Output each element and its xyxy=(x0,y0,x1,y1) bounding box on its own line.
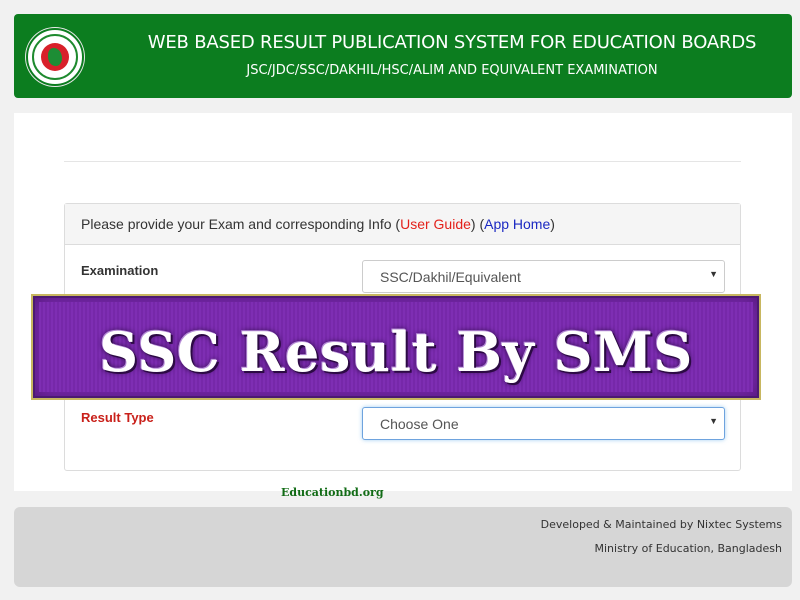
bangladesh-map-icon xyxy=(48,48,62,66)
page-title: WEB BASED RESULT PUBLICATION SYSTEM FOR … xyxy=(147,32,757,53)
panel-heading-text: Please provide your Exam and correspondi… xyxy=(81,216,401,232)
banner-background: SSC Result By SMS xyxy=(39,302,753,392)
user-guide-link[interactable]: User Guide xyxy=(400,216,471,232)
banner-title: SSC Result By SMS xyxy=(99,320,693,384)
panel-heading-end: ) xyxy=(550,216,555,232)
result-type-select[interactable]: Choose One ▼ xyxy=(362,407,725,440)
site-watermark: Educationbd.org xyxy=(281,486,384,499)
footer-developer-text: Developed & Maintained by Nixtec Systems xyxy=(540,518,782,531)
examination-label: Examination xyxy=(81,263,159,278)
result-type-label: Result Type xyxy=(81,410,154,425)
examination-select-value: SSC/Dakhil/Equivalent xyxy=(380,269,521,285)
footer-ministry-text: Ministry of Education, Bangladesh xyxy=(594,542,783,555)
examination-select[interactable]: SSC/Dakhil/Equivalent ▼ xyxy=(362,260,725,293)
page-subtitle: JSC/JDC/SSC/DAKHIL/HSC/ALIM AND EQUIVALE… xyxy=(246,63,658,78)
ssc-result-banner: SSC Result By SMS xyxy=(31,294,761,400)
government-seal-logo xyxy=(26,28,84,86)
chevron-down-icon: ▼ xyxy=(709,416,718,426)
chevron-down-icon: ▼ xyxy=(709,269,718,279)
header-bar: WEB BASED RESULT PUBLICATION SYSTEM FOR … xyxy=(14,14,792,98)
panel-heading: Please provide your Exam and correspondi… xyxy=(65,204,740,245)
panel-heading-sep: ) ( xyxy=(470,216,485,232)
result-type-select-value: Choose One xyxy=(380,416,459,432)
app-home-link[interactable]: App Home xyxy=(484,216,550,232)
footer: Developed & Maintained by Nixtec Systems… xyxy=(14,507,792,587)
divider xyxy=(64,161,741,162)
